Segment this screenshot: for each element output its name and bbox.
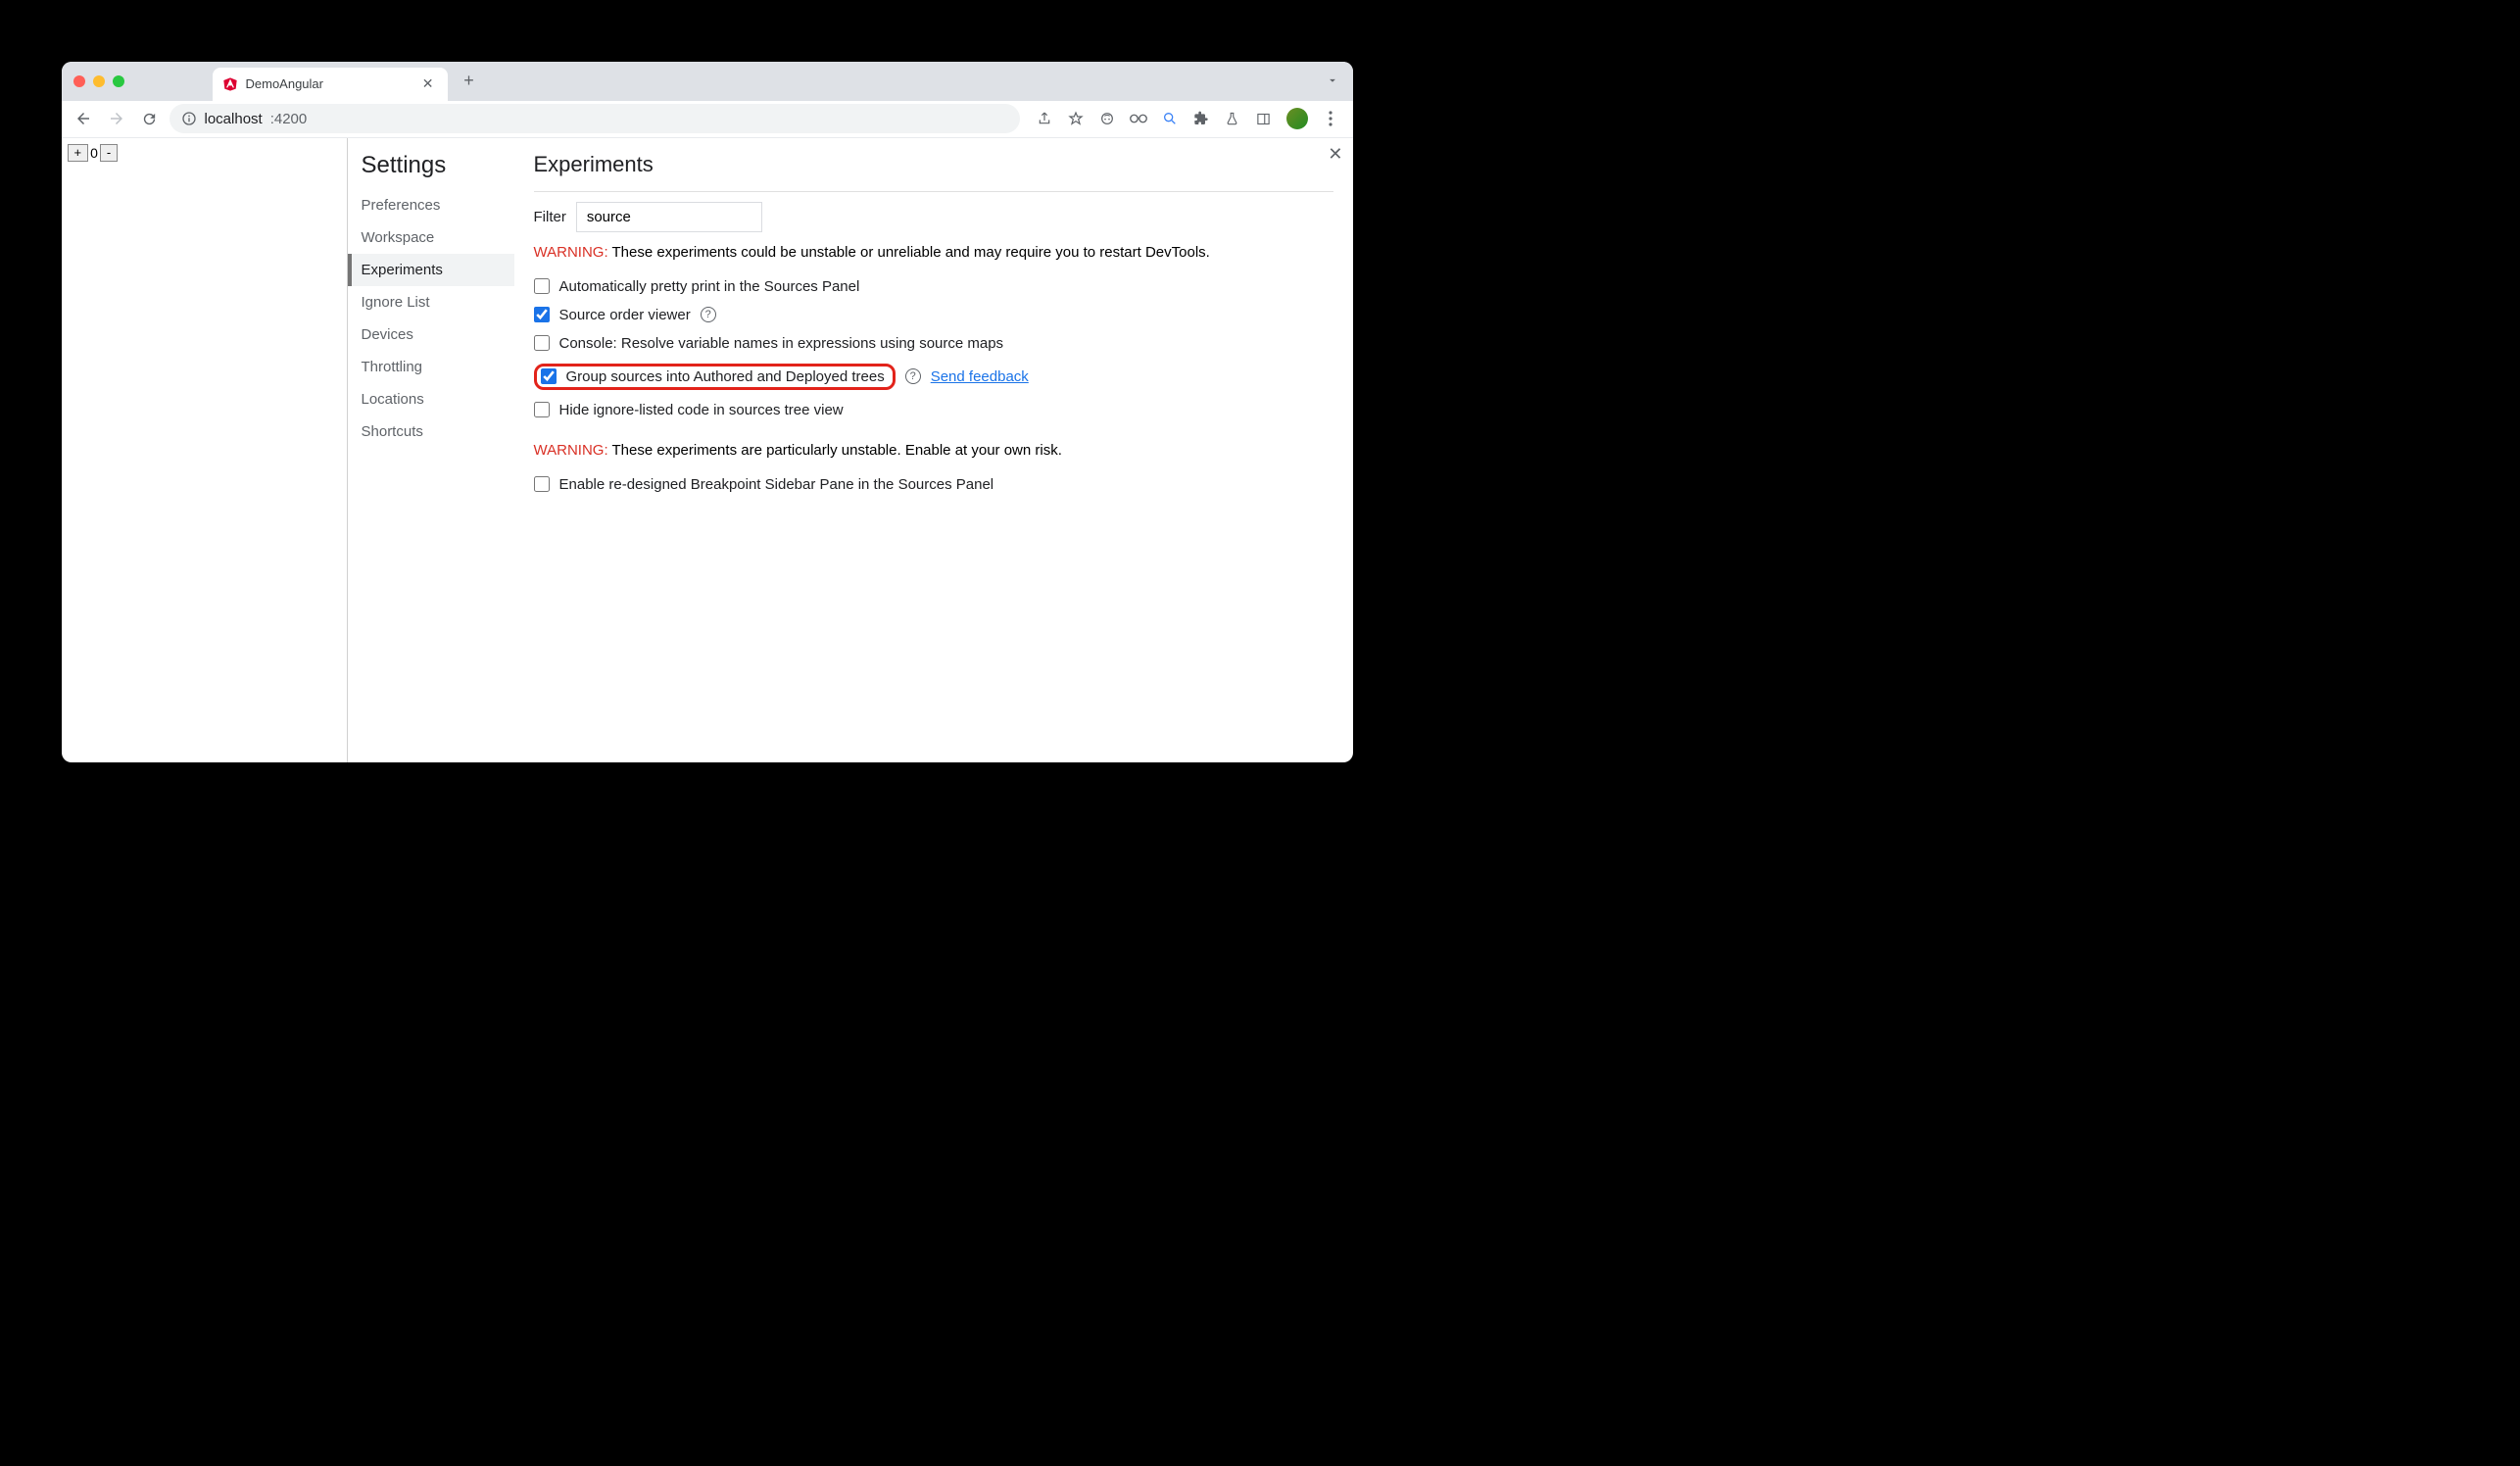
incognito-icon[interactable] — [1098, 110, 1116, 127]
help-icon[interactable]: ? — [701, 307, 716, 322]
content-area: + 0 - Settings Preferences Workspace Exp… — [62, 138, 1353, 762]
share-icon[interactable] — [1036, 110, 1053, 127]
reload-button[interactable] — [136, 105, 164, 132]
nav-preferences[interactable]: Preferences — [362, 189, 514, 221]
filter-row: Filter — [534, 202, 1333, 232]
close-tab-icon[interactable]: ✕ — [418, 73, 438, 94]
exp-hide-ignore-label: Hide ignore-listed code in sources tree … — [559, 402, 844, 418]
exp-hide-ignore-checkbox[interactable] — [534, 402, 550, 417]
site-info-icon[interactable] — [181, 111, 197, 126]
settings-title: Settings — [362, 152, 514, 179]
url-port: :4200 — [270, 111, 308, 127]
extensions-puzzle-icon[interactable] — [1192, 110, 1210, 127]
new-tab-button[interactable]: + — [456, 68, 483, 95]
angular-icon — [222, 76, 238, 92]
tab-bar: DemoAngular ✕ + — [62, 62, 1353, 101]
panel-title: Experiments — [534, 152, 1333, 177]
close-window-button[interactable] — [73, 75, 85, 87]
maximize-window-button[interactable] — [113, 75, 124, 87]
help-icon[interactable]: ? — [905, 368, 921, 384]
sidepanel-icon[interactable] — [1255, 110, 1273, 127]
exp-hide-ignore: Hide ignore-listed code in sources tree … — [534, 396, 1333, 424]
extension-search-icon[interactable] — [1161, 110, 1179, 127]
exp-breakpoint-sidebar-label: Enable re-designed Breakpoint Sidebar Pa… — [559, 476, 994, 493]
exp-console-resolve-checkbox[interactable] — [534, 335, 550, 351]
nav-ignore-list[interactable]: Ignore List — [362, 286, 514, 318]
filter-label: Filter — [534, 209, 566, 225]
toolbar-icons — [1036, 108, 1339, 129]
window-controls — [73, 75, 124, 87]
exp-group-sources-label: Group sources into Authored and Deployed… — [566, 368, 885, 385]
exp-source-order: Source order viewer ? — [534, 301, 1333, 329]
increment-button[interactable]: + — [68, 144, 89, 162]
divider — [534, 191, 1333, 192]
warning-label: WARNING: — [534, 244, 608, 261]
exp-console-resolve: Console: Resolve variable names in expre… — [534, 329, 1333, 358]
tabs-dropdown-icon[interactable] — [1326, 73, 1339, 87]
exp-group-sources-checkbox[interactable] — [541, 368, 557, 384]
warning-top: WARNING: These experiments could be unst… — [534, 244, 1333, 261]
exp-group-sources: Group sources into Authored and Deployed… — [534, 358, 1333, 396]
nav-devices[interactable]: Devices — [362, 318, 514, 351]
nav-locations[interactable]: Locations — [362, 383, 514, 415]
address-bar: localhost :4200 — [62, 101, 1353, 138]
settings-nav: Preferences Workspace Experiments Ignore… — [362, 189, 514, 448]
exp-breakpoint-sidebar: Enable re-designed Breakpoint Sidebar Pa… — [534, 470, 1333, 499]
tab-title: DemoAngular — [246, 76, 324, 91]
profile-avatar[interactable] — [1286, 108, 1308, 129]
decrement-button[interactable]: - — [100, 144, 118, 162]
page-viewport: + 0 - — [62, 138, 348, 762]
close-settings-icon[interactable]: ✕ — [1328, 144, 1342, 165]
nav-shortcuts[interactable]: Shortcuts — [362, 415, 514, 448]
back-button[interactable] — [70, 105, 97, 132]
minimize-window-button[interactable] — [93, 75, 105, 87]
warning-text: These experiments are particularly unsta… — [608, 442, 1062, 459]
forward-button[interactable] — [103, 105, 130, 132]
exp-pretty-print: Automatically pretty print in the Source… — [534, 272, 1333, 301]
nav-throttling[interactable]: Throttling — [362, 351, 514, 383]
counter-value: 0 — [90, 145, 98, 161]
nav-experiments[interactable]: Experiments — [348, 254, 514, 286]
send-feedback-link[interactable]: Send feedback — [931, 368, 1029, 385]
labs-flask-icon[interactable] — [1224, 110, 1241, 127]
exp-pretty-print-checkbox[interactable] — [534, 278, 550, 294]
exp-console-resolve-label: Console: Resolve variable names in expre… — [559, 335, 1004, 352]
experiments-panel: ✕ Experiments Filter WARNING: These expe… — [514, 138, 1353, 762]
bookmark-star-icon[interactable] — [1067, 110, 1085, 127]
exp-source-order-label: Source order viewer — [559, 307, 691, 323]
filter-input[interactable] — [576, 202, 762, 232]
menu-dots-icon[interactable] — [1322, 110, 1339, 127]
highlight-annotation: Group sources into Authored and Deployed… — [534, 364, 896, 390]
warning-text: These experiments could be unstable or u… — [608, 244, 1210, 261]
exp-source-order-checkbox[interactable] — [534, 307, 550, 322]
nav-workspace[interactable]: Workspace — [362, 221, 514, 254]
exp-pretty-print-label: Automatically pretty print in the Source… — [559, 278, 860, 295]
counter-widget: + 0 - — [68, 144, 341, 162]
warning-label: WARNING: — [534, 442, 608, 459]
warning-bottom: WARNING: These experiments are particula… — [534, 442, 1333, 459]
url-bar[interactable]: localhost :4200 — [170, 104, 1020, 133]
browser-window: DemoAngular ✕ + localhost :4200 — [62, 62, 1353, 762]
url-host: localhost — [205, 111, 263, 127]
extension-glasses-icon[interactable] — [1130, 110, 1147, 127]
exp-breakpoint-sidebar-checkbox[interactable] — [534, 476, 550, 492]
browser-tab[interactable]: DemoAngular ✕ — [213, 68, 448, 101]
settings-sidebar: Settings Preferences Workspace Experimen… — [348, 138, 514, 762]
